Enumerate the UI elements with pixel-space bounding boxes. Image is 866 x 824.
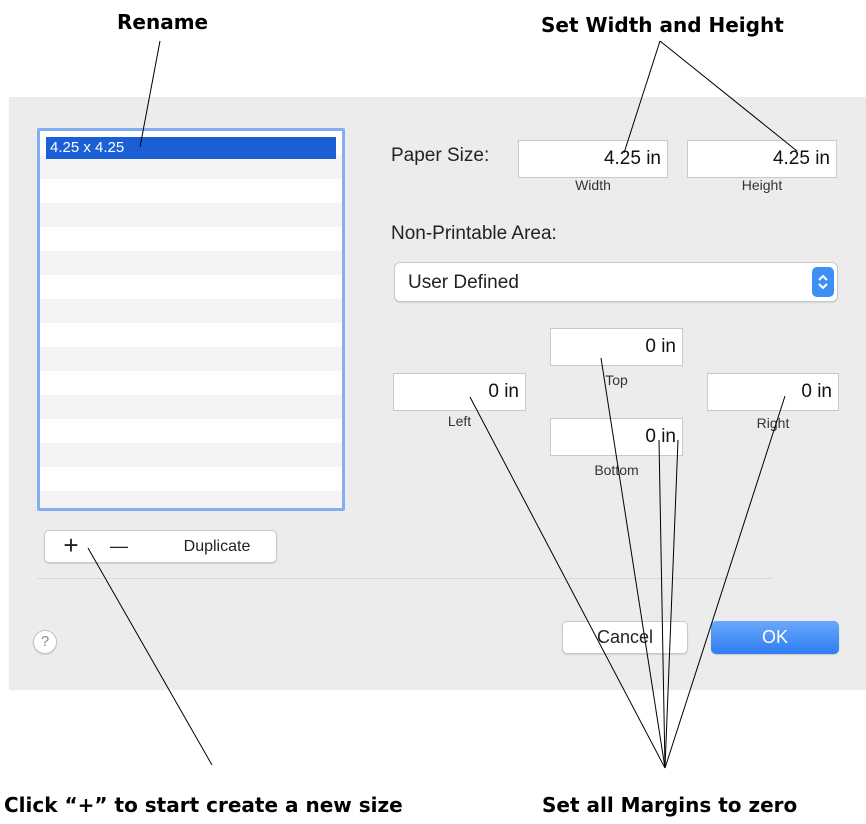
pointer-bottom-margin (658, 439, 666, 769)
pointer-rename (139, 40, 161, 148)
pointer-height (659, 40, 798, 152)
pointer-bottom-margin-b (664, 439, 679, 769)
annotation-lines (87, 40, 798, 769)
pointer-right-margin (664, 395, 786, 769)
pointer-plus (87, 547, 213, 766)
pointer-width (623, 40, 661, 154)
